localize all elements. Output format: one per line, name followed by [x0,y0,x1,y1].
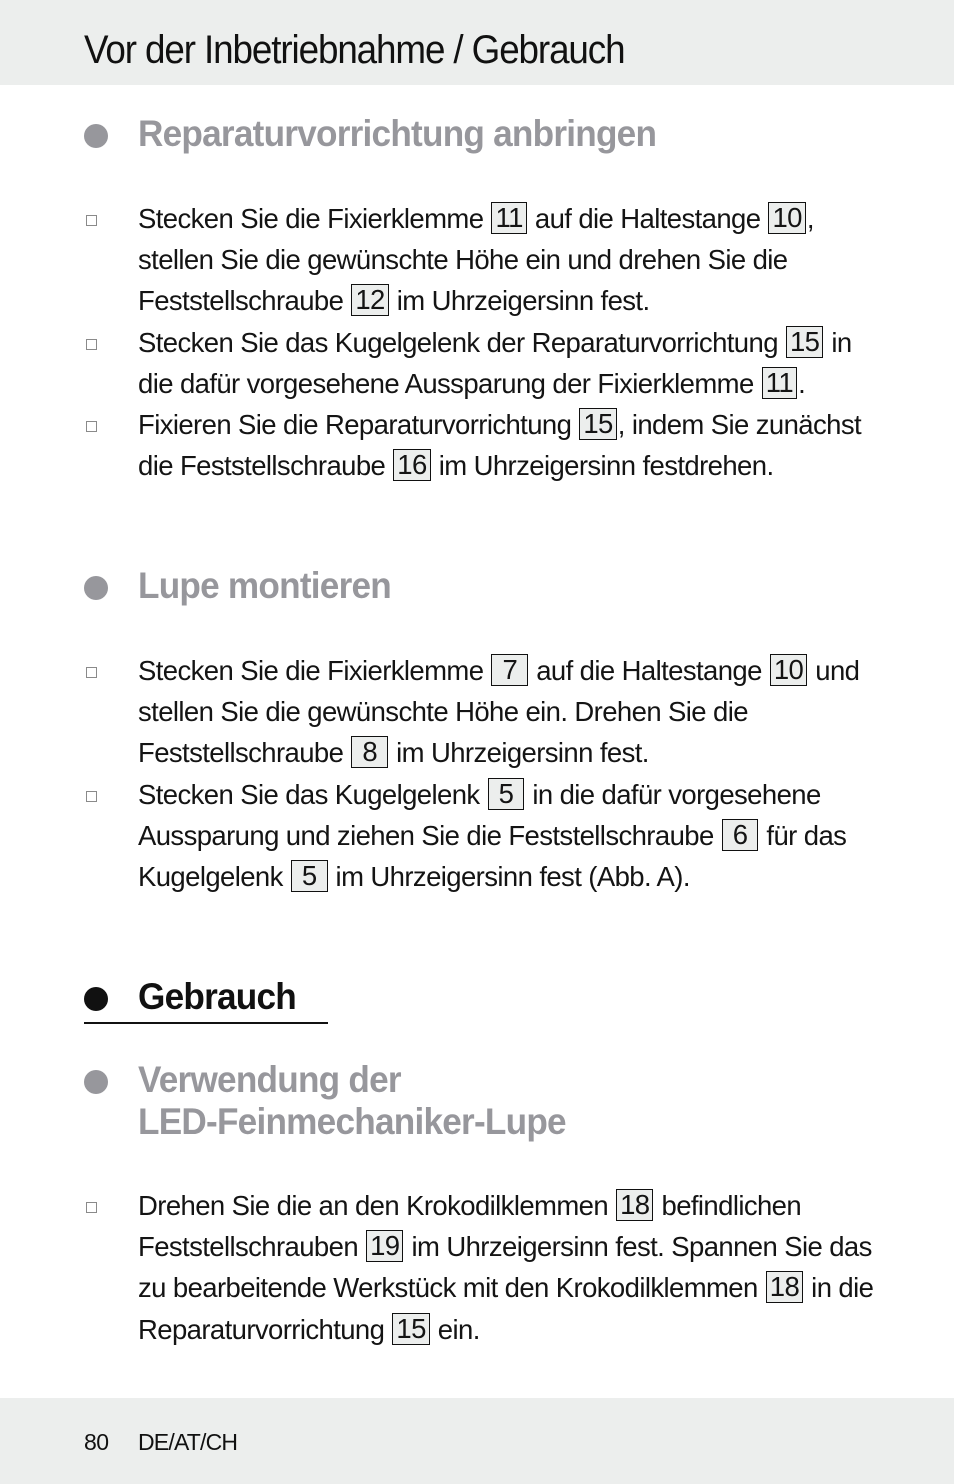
reference-number-box: 5 [290,860,328,893]
section-heading-lupe-montieren: Lupe montieren [84,565,404,607]
step-list: Stecken Sie die Fixierklemme 7 auf die H… [84,650,884,897]
reference-number-box: 15 [785,325,824,358]
checkbox-square-icon [86,215,97,226]
checkbox-square-icon [86,790,97,802]
section-heading-text: Lupe montieren [138,565,392,606]
heading-underline [84,1022,328,1024]
page-number: 80 [84,1429,109,1455]
reference-number-box: 5 [487,777,525,810]
reference-number-box: 7 [491,654,529,686]
checkbox-square-icon [86,667,97,678]
list-item: Stecken Sie die Fixierklemme 11 auf die … [84,198,884,322]
list-item: Stecken Sie das Kugelgelenk 5 in die daf… [84,774,884,898]
section-heading-text: Verwendung der LED-Feinmechaniker-Lupe [138,1059,567,1143]
reference-number-box: 12 [351,284,389,317]
reference-number-box: 15 [579,408,617,441]
list-item: Stecken Sie das Kugelgelenk der Reparatu… [84,322,884,404]
reference-number-box: 19 [366,1230,404,1263]
list-item: Stecken Sie die Fixierklemme 7 auf die H… [84,650,884,774]
main-heading-text: Gebrauch [138,976,297,1017]
reference-number-box: 15 [392,1312,430,1345]
checkbox-square-icon [86,421,97,433]
reference-number-box: 10 [768,202,806,234]
bullet-dot-icon [84,124,108,148]
heading-line-1: Verwendung der [138,1059,402,1100]
region-label: DE/AT/CH [138,1429,238,1455]
checkbox-square-icon [86,1202,97,1213]
reference-number-box: 10 [769,654,808,686]
list-item: Fixieren Sie die Reparaturvorrichtung 15… [84,404,884,486]
checkbox-square-icon [86,338,97,350]
step-list: Stecken Sie die Fixierklemme 11 auf die … [84,198,884,486]
reference-number-box: 6 [721,818,759,851]
heading-line-2: LED-Feinmechaniker-Lupe [138,1101,567,1142]
reference-number-box: 16 [393,449,431,482]
list-item: Drehen Sie die an den Krokodilklemmen 18… [84,1185,884,1350]
reference-number-box: 11 [761,366,798,399]
step-list: Drehen Sie die an den Krokodilklemmen 18… [84,1185,884,1350]
page-title: Vor der Inbetriebnahme / Gebrauch [84,28,626,72]
reference-number-box: 11 [491,202,527,234]
reference-number-box: 18 [765,1271,804,1304]
reference-number-box: 8 [351,736,389,769]
section-heading-text: Reparaturvorrichtung anbringen [138,113,657,154]
section-heading-verwendung: Verwendung der LED-Feinmechaniker-Lupe [84,1059,588,1143]
section-heading-reparaturvorrichtung: Reparaturvorrichtung anbringen [84,113,683,155]
main-heading-gebrauch: Gebrauch [84,976,304,1018]
bullet-dot-icon [84,1070,108,1094]
bullet-dot-icon [84,576,108,600]
reference-number-box: 18 [616,1189,654,1221]
bullet-dot-icon [84,987,108,1011]
